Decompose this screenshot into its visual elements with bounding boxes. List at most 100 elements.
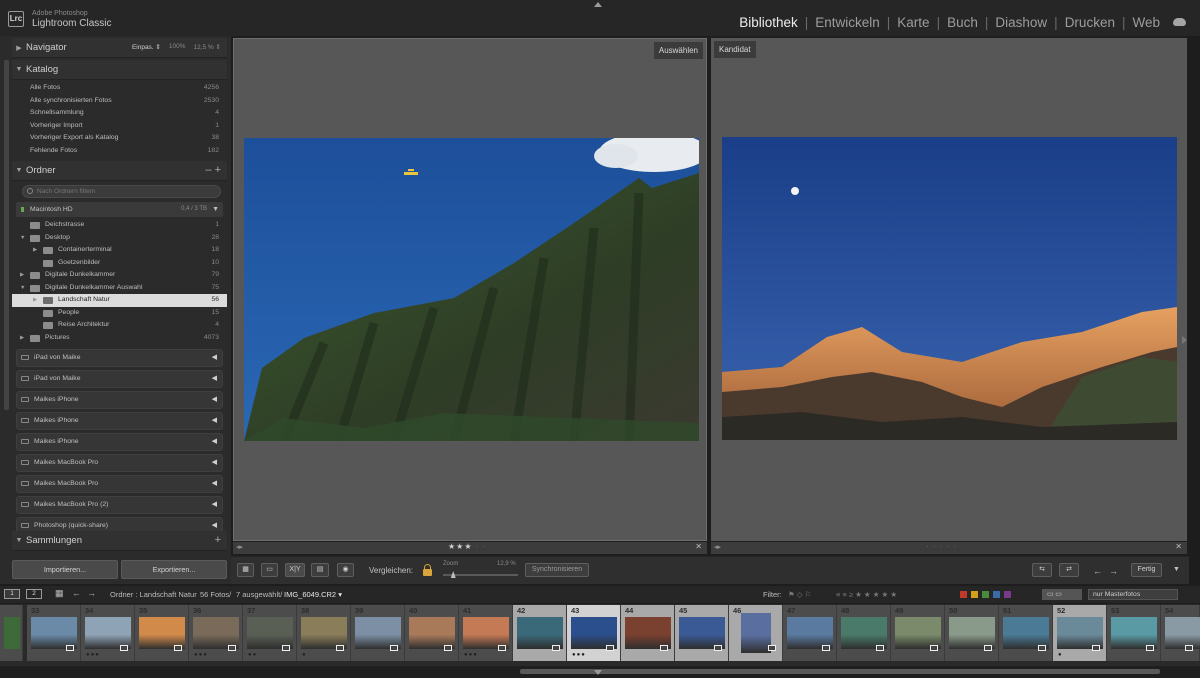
survey-view-icon[interactable]: ▤ — [311, 563, 329, 577]
screen-2-button[interactable]: 2 — [26, 589, 42, 599]
candidate-close-icon[interactable]: ✕ — [1175, 542, 1182, 551]
film-cell[interactable]: 52 ● — [1053, 605, 1107, 661]
catalog-item[interactable]: Schnellsammlung 4 — [12, 107, 227, 120]
previous-photo-icon[interactable]: ← — [1093, 566, 1102, 576]
top-panel-toggle-icon[interactable] — [594, 2, 602, 7]
source-path[interactable]: Ordner : Landschaft Natur — [110, 590, 197, 599]
folders-header[interactable]: ▼ Ordner – + — [12, 161, 227, 181]
device-item[interactable]: Maikes iPhone ◀ — [16, 391, 223, 409]
catalog-item[interactable]: Vorheriger Import 1 — [12, 120, 227, 133]
catalog-item[interactable]: Vorheriger Export als Katalog 38 — [12, 132, 227, 145]
folder-add-remove-icons[interactable]: – + — [205, 164, 221, 176]
device-item[interactable]: Maikes iPhone ◀ — [16, 433, 223, 451]
screen-1-button[interactable]: 1 — [4, 589, 20, 599]
color-label-swatch[interactable] — [982, 591, 989, 598]
folder-item[interactable]: ▶ Containerterminal 18 — [12, 244, 227, 257]
film-cell[interactable]: 50 — [945, 605, 999, 661]
select-rating[interactable]: ★★★ · · — [448, 542, 486, 551]
bottom-panel-toggle-icon[interactable] — [594, 670, 602, 675]
flag-filter-icons[interactable]: ⚑ ◇ ⚐ — [788, 590, 811, 599]
device-item[interactable]: iPad von Maike ◀ — [16, 370, 223, 388]
module-diashow[interactable]: Diashow — [995, 15, 1047, 30]
film-cell[interactable]: 33 — [27, 605, 81, 661]
folder-search-input[interactable]: Nach Ordnern filtern — [22, 185, 221, 198]
grid-icon[interactable]: ▦ — [55, 588, 64, 599]
catalog-item[interactable]: Alle Fotos 4256 — [12, 82, 227, 95]
swap-photos-icon[interactable]: ⇆ — [1032, 563, 1052, 577]
device-item[interactable]: Maikes MacBook Pro (2) ◀ — [16, 496, 223, 514]
module-drucken[interactable]: Drucken — [1065, 15, 1115, 30]
cloud-sync-icon[interactable] — [1173, 18, 1186, 26]
select-pane[interactable]: Auswählen — [233, 38, 707, 541]
add-collection-icon[interactable]: + — [215, 534, 221, 546]
swap-icon[interactable]: ◂▸ — [236, 543, 243, 551]
filter-preset-select[interactable]: nur Masterfotos — [1088, 589, 1178, 600]
folder-item[interactable]: Reise Architektur 4 — [12, 319, 227, 332]
export-button[interactable]: Exportieren... — [121, 560, 227, 579]
color-label-swatch[interactable] — [993, 591, 1000, 598]
filter-preset-icons[interactable]: ▭ ▭ — [1042, 589, 1082, 600]
folder-item[interactable]: ▶ Landschaft Natur 56 — [12, 294, 227, 307]
film-cell[interactable]: 36 ●●● — [189, 605, 243, 661]
film-cell-partial[interactable] — [0, 605, 23, 661]
forward-arrow-icon[interactable]: → — [87, 588, 96, 598]
film-cell[interactable]: 43 ●●● — [567, 605, 621, 661]
film-cell[interactable]: 35 — [135, 605, 189, 661]
film-cell[interactable]: 47 — [783, 605, 837, 661]
candidate-rating[interactable]: · · · · · — [926, 542, 957, 551]
film-cell[interactable]: 53 — [1107, 605, 1161, 661]
folder-expand-icon[interactable]: ▶ — [33, 294, 37, 307]
film-cell[interactable]: 40 — [405, 605, 459, 661]
star-filter-icons[interactable]: ≡ ≡ ≥ ★ ★ ★ ★ ★ — [836, 590, 897, 599]
import-button[interactable]: Importieren... — [12, 560, 118, 579]
folder-expand-icon[interactable]: ▶ — [20, 269, 24, 282]
film-cell[interactable]: 49 — [891, 605, 945, 661]
film-cell[interactable]: 42 — [513, 605, 567, 661]
color-label-swatch[interactable] — [960, 591, 967, 598]
people-view-icon[interactable]: ◉ — [337, 563, 354, 577]
collections-header[interactable]: ▼ Sammlungen + — [12, 531, 227, 551]
folder-expand-icon[interactable]: ▶ — [20, 332, 24, 345]
film-cell[interactable]: 45 — [675, 605, 729, 661]
folder-item[interactable]: Goetzenbilder 10 — [12, 257, 227, 270]
folder-item[interactable]: ▼ Digitale Dunkelkammer Auswahl 75 — [12, 282, 227, 295]
folder-item[interactable]: ▶ Pictures 4073 — [12, 332, 227, 345]
device-item[interactable]: Maikes iPhone ◀ — [16, 412, 223, 430]
film-cell[interactable]: 44 — [621, 605, 675, 661]
film-cell[interactable]: 41 ●●● — [459, 605, 513, 661]
volume-macintosh-hd[interactable]: Macintosh HD 0,4 / 3 TB ▼ — [16, 202, 223, 217]
compare-view-button[interactable]: X|Y — [285, 563, 305, 577]
film-cell[interactable]: 46 — [729, 605, 783, 661]
grid-view-icon[interactable]: ▦ — [237, 563, 254, 577]
back-arrow-icon[interactable]: ← — [72, 588, 81, 598]
select-close-icon[interactable]: ✕ — [695, 542, 702, 551]
module-karte[interactable]: Karte — [897, 15, 929, 30]
folder-item[interactable]: ▼ Desktop 28 — [12, 232, 227, 245]
lock-icon[interactable] — [423, 564, 432, 576]
sync-button[interactable]: Synchronisieren — [525, 563, 589, 577]
film-cell[interactable]: 48 — [837, 605, 891, 661]
film-cell[interactable]: 39 — [351, 605, 405, 661]
device-item[interactable]: Maikes MacBook Pro ◀ — [16, 475, 223, 493]
navigator-header[interactable]: ▶ Navigator Einpas. ⇕ 100% 12,5 % ⇕ — [12, 38, 227, 58]
catalog-item[interactable]: Fehlende Fotos 182 — [12, 145, 227, 158]
candidate-pane[interactable]: Kandidat — [711, 38, 1187, 541]
right-panel-toggle-icon[interactable] — [1182, 336, 1187, 344]
device-item[interactable]: Maikes MacBook Pro ◀ — [16, 454, 223, 472]
loupe-view-icon[interactable]: ▭ — [261, 563, 278, 577]
next-photo-icon[interactable]: → — [1109, 566, 1118, 576]
folder-expand-icon[interactable]: ▶ — [33, 244, 37, 257]
module-bibliothek[interactable]: Bibliothek — [739, 15, 798, 30]
select-photo[interactable] — [244, 138, 699, 441]
module-web[interactable]: Web — [1132, 15, 1160, 30]
folder-item[interactable]: Deichstrasse 1 — [12, 219, 227, 232]
color-label-swatch[interactable] — [971, 591, 978, 598]
catalog-item[interactable]: Alle synchronisierten Fotos 2530 — [12, 95, 227, 108]
folder-item[interactable]: People 15 — [12, 307, 227, 320]
catalog-header[interactable]: ▼ Katalog — [12, 60, 227, 80]
zoom-custom-option[interactable]: 12,5 % ⇕ — [194, 43, 222, 51]
make-select-icon[interactable]: ⇄ — [1059, 563, 1079, 577]
folder-expand-icon[interactable]: ▼ — [20, 282, 25, 295]
module-buch[interactable]: Buch — [947, 15, 978, 30]
module-entwickeln[interactable]: Entwickeln — [815, 15, 880, 30]
